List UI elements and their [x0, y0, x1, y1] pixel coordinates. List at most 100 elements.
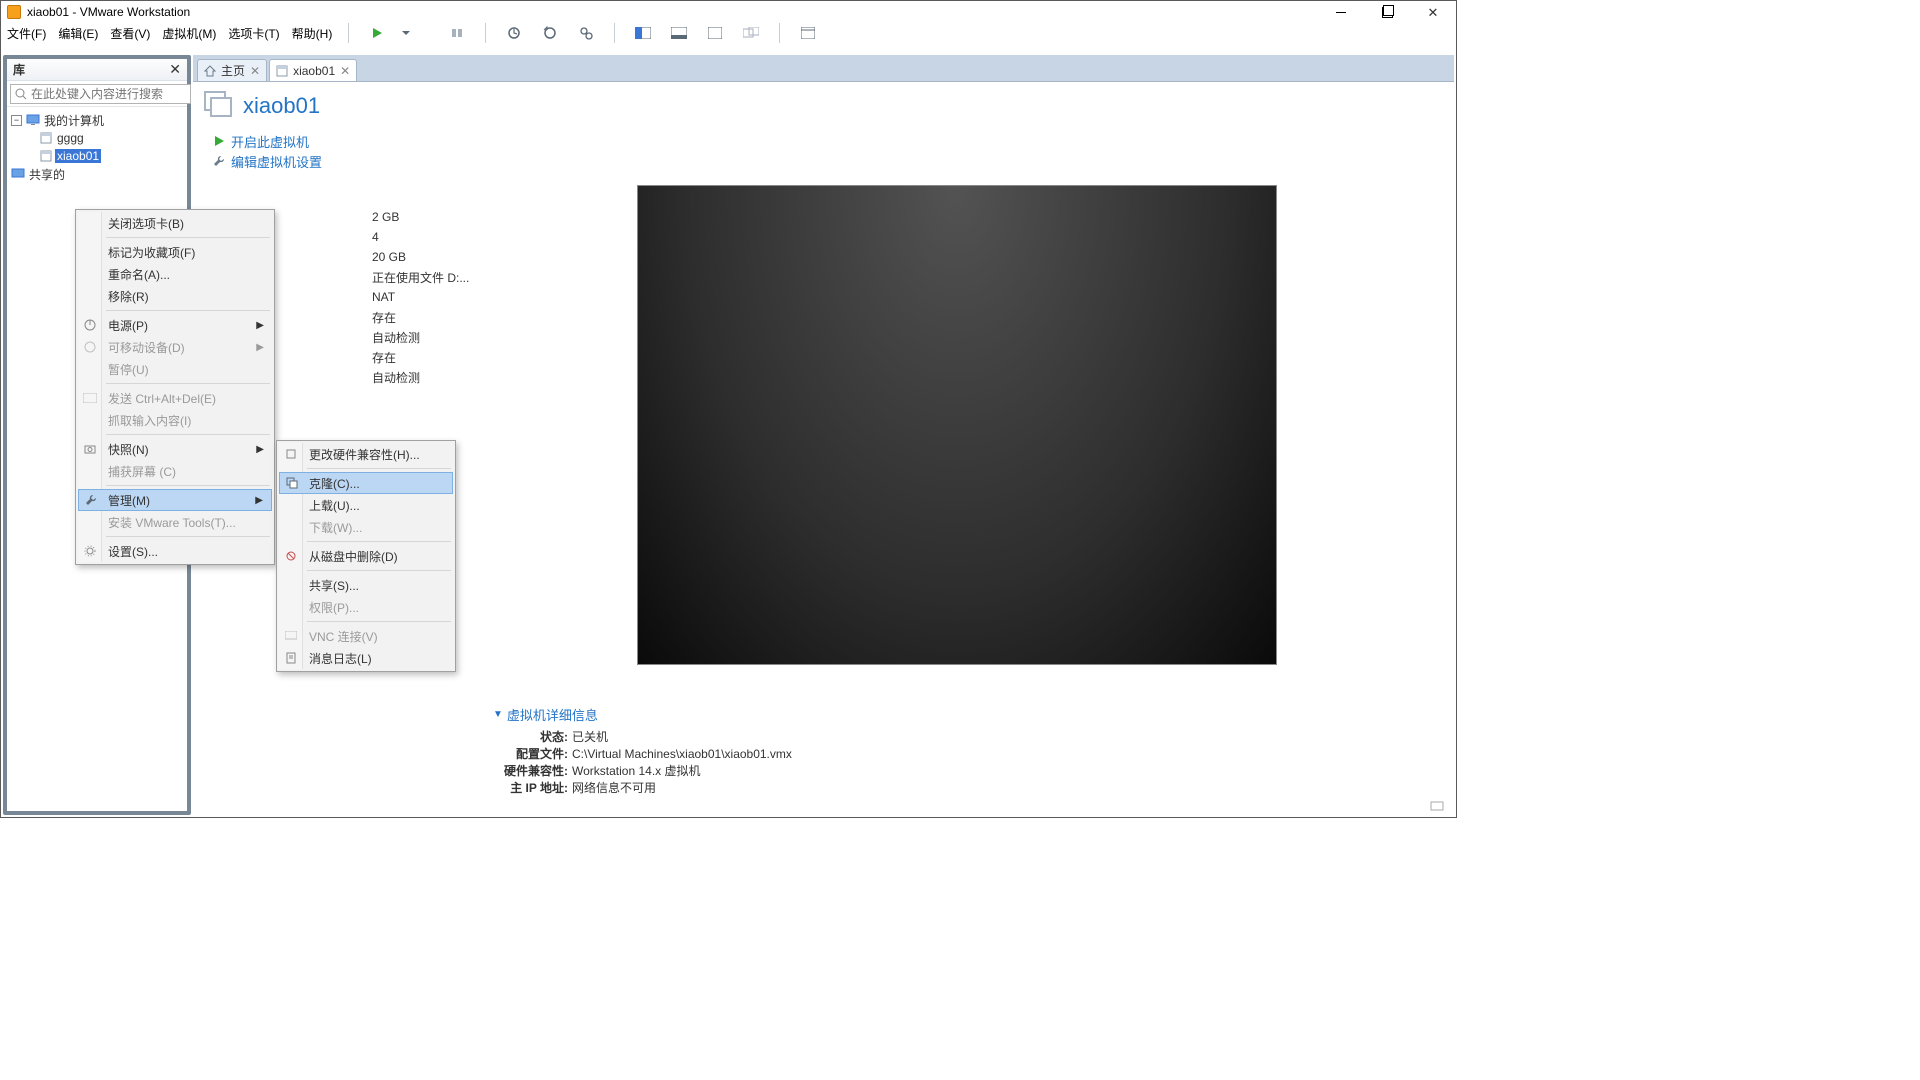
resize-grip-icon[interactable]: [1430, 800, 1448, 814]
usb-icon: [82, 339, 98, 355]
fullscreen-button[interactable]: [631, 22, 655, 44]
ctx-remove[interactable]: 移除(R): [78, 285, 272, 307]
library-close-icon[interactable]: ✕: [169, 61, 181, 78]
ctx-settings[interactable]: 设置(S)...: [78, 540, 272, 562]
ctx-power[interactable]: 电源(P)▶: [78, 314, 272, 336]
library-header: 库 ✕: [7, 59, 187, 81]
window-title: xiaob01 - VMware Workstation: [27, 5, 190, 19]
action-power-on[interactable]: 开启此虚拟机: [213, 131, 1444, 151]
ctx-delete-from-disk[interactable]: 从磁盘中删除(D): [279, 545, 453, 567]
library-button[interactable]: [796, 22, 820, 44]
ctx-upload[interactable]: 上载(U)...: [279, 494, 453, 516]
vm-large-icon: [203, 90, 233, 121]
monitor-icon: [283, 628, 299, 644]
chevron-right-icon: ▶: [256, 320, 264, 331]
details-title: 虚拟机详细信息: [507, 705, 598, 724]
home-icon: [204, 65, 216, 77]
vm-actions: 开启此虚拟机 编辑虚拟机设置: [213, 131, 1444, 171]
tree-label: xiaob01: [55, 149, 101, 163]
tab-close-icon[interactable]: ✕: [250, 64, 260, 78]
ctx-clone[interactable]: 克隆(C)...: [279, 472, 453, 494]
action-label: 开启此虚拟机: [231, 132, 309, 151]
ctx-manage[interactable]: 管理(M)▶: [78, 489, 272, 511]
menu-edit[interactable]: 编辑(E): [58, 25, 98, 42]
tab-label: 主页: [221, 62, 245, 79]
console-button[interactable]: [703, 22, 727, 44]
detail-ip-value: 网络信息不可用: [572, 779, 656, 796]
tree-root-my-computer[interactable]: − 我的计算机: [9, 111, 185, 129]
delete-icon: [283, 548, 299, 564]
ctx-close-tab[interactable]: 关闭选项卡(B): [78, 212, 272, 234]
tree-shared-vms[interactable]: 共享的: [9, 165, 185, 183]
window-controls: [1318, 1, 1456, 23]
chevron-right-icon: ▶: [255, 495, 263, 506]
tree-label: 共享的: [27, 166, 67, 183]
power-dropdown[interactable]: [401, 31, 411, 35]
ctx-rename[interactable]: 重命名(A)...: [78, 263, 272, 285]
ctx-snapshot[interactable]: 快照(N)▶: [78, 438, 272, 460]
snapshot-manager-button[interactable]: [574, 22, 598, 44]
keyboard-icon: [82, 390, 98, 406]
search-row: [7, 81, 187, 107]
vm-icon: [39, 149, 53, 163]
unity-button[interactable]: [667, 22, 691, 44]
vm-preview[interactable]: [637, 185, 1277, 665]
menu-file[interactable]: 文件(F): [7, 25, 46, 42]
ctx-message-log[interactable]: 消息日志(L): [279, 647, 453, 669]
power-icon: [82, 317, 98, 333]
menu-view[interactable]: 查看(V): [110, 25, 150, 42]
action-edit-settings[interactable]: 编辑虚拟机设置: [213, 151, 1444, 171]
maximize-button[interactable]: [1364, 1, 1410, 23]
menu-tabs[interactable]: 选项卡(T): [228, 25, 279, 42]
suspend-button[interactable]: [445, 22, 469, 44]
snapshot-button[interactable]: [502, 22, 526, 44]
detail-ip-label: 主 IP 地址:: [493, 779, 568, 796]
ctx-favorite[interactable]: 标记为收藏项(F): [78, 241, 272, 263]
detail-config-value: C:\Virtual Machines\xiaob01\xiaob01.vmx: [572, 747, 792, 761]
menu-vm[interactable]: 虚拟机(M): [162, 25, 216, 42]
vmware-icon: [7, 5, 21, 19]
preview-column: [637, 177, 1277, 665]
wrench-icon: [213, 155, 225, 167]
vm-icon: [276, 65, 288, 77]
ctx-pause: 暂停(U): [78, 358, 272, 380]
separator: [348, 23, 349, 43]
search-input[interactable]: [31, 87, 186, 101]
chevron-down-icon: ▼: [493, 709, 503, 720]
separator: [614, 23, 615, 43]
collapse-icon[interactable]: −: [11, 115, 22, 126]
detail-hw-value: Workstation 14.x 虚拟机: [572, 762, 701, 779]
tab-close-icon[interactable]: ✕: [340, 64, 350, 78]
vm-details-section: ▼ 虚拟机详细信息 状态:已关机 配置文件:C:\Virtual Machine…: [493, 705, 1444, 796]
ctx-capture-screen: 捕获屏幕 (C): [78, 460, 272, 482]
tab-vm-xiaob01[interactable]: xiaob01 ✕: [269, 59, 357, 81]
ctx-grab-input: 抓取输入内容(I): [78, 409, 272, 431]
menu-bar: 文件(F) 编辑(E) 查看(V) 虚拟机(M) 选项卡(T) 帮助(H): [1, 23, 1456, 43]
details-grid: 状态:已关机 配置文件:C:\Virtual Machines\xiaob01\…: [493, 728, 1444, 796]
library-title: 库: [13, 61, 25, 78]
details-header[interactable]: ▼ 虚拟机详细信息: [493, 705, 1444, 724]
vm-context-menu: 关闭选项卡(B) 标记为收藏项(F) 重命名(A)... 移除(R) 电源(P)…: [75, 209, 275, 565]
minimize-button[interactable]: [1318, 1, 1364, 23]
power-on-button[interactable]: [365, 22, 389, 44]
vm-icon: [39, 131, 53, 145]
tree-item-xiaob01[interactable]: xiaob01: [9, 147, 185, 165]
multiple-monitors-button[interactable]: [739, 22, 763, 44]
ctx-download: 下载(W)...: [279, 516, 453, 538]
close-button[interactable]: [1410, 1, 1456, 23]
search-icon: [15, 88, 27, 100]
revert-button[interactable]: [538, 22, 562, 44]
wrench-icon: [83, 492, 99, 508]
detail-state-label: 状态:: [493, 728, 568, 745]
tree-item-gggg[interactable]: gggg: [9, 129, 185, 147]
vm-title-row: xiaob01: [203, 90, 1444, 121]
ctx-change-hw-compat[interactable]: 更改硬件兼容性(H)...: [279, 443, 453, 465]
shared-icon: [11, 167, 25, 181]
search-box[interactable]: [10, 84, 191, 104]
separator: [485, 23, 486, 43]
snapshot-icon: [82, 441, 98, 457]
menu-help[interactable]: 帮助(H): [292, 25, 333, 42]
tab-home[interactable]: 主页 ✕: [197, 59, 267, 81]
ctx-share[interactable]: 共享(S)...: [279, 574, 453, 596]
ctx-vnc: VNC 连接(V): [279, 625, 453, 647]
